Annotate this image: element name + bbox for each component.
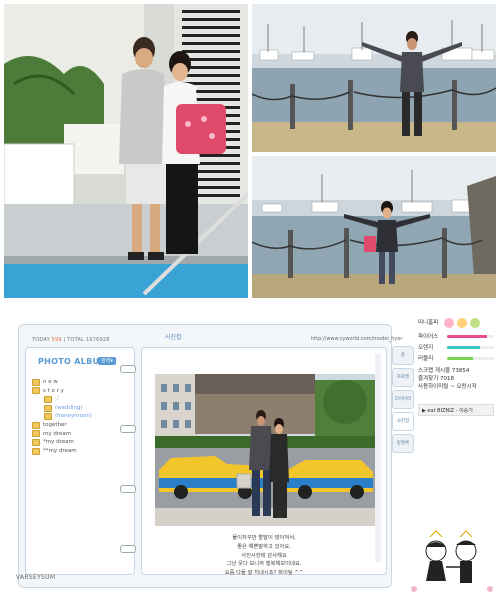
folder-icon [32,438,40,446]
tab-1[interactable]: 프로필 [392,368,414,387]
folder-label: (honeymoon) [55,413,92,420]
tab-2[interactable]: 다이어리 [392,390,414,409]
folder-label: (wedding) [55,404,83,411]
stat-row: 파이어스 [418,332,494,340]
folder-item[interactable]: ♡ [32,395,92,404]
album-scrollbar[interactable] [375,353,381,563]
favorites: 즐겨찾기 7018 [418,376,454,382]
homepage-url[interactable]: http://www.cyworld.com/model_hyer [311,336,402,342]
stat-label: 러블리 [418,356,434,362]
folder-icon [32,421,40,429]
stat-label: 오렌지 [418,345,434,351]
stat-bar-fill [447,345,480,349]
album-photo[interactable] [155,374,375,526]
photo-woman-pier [252,156,496,298]
side-title: 미니홈피 [418,320,439,326]
bgm-player[interactable]: ▶ eat BIZNIZ - 이승기 [418,404,494,416]
today-count: 599 [51,337,62,343]
folder-label: s t o r y [43,387,64,394]
tab-0[interactable]: 홈 [392,346,414,365]
stat-label: 파이어스 [418,334,439,340]
tab-4[interactable]: 방명록 [392,434,414,453]
folder-label: n e w [43,379,58,385]
scrap-posts: 스크랩 게시물 73854 [418,368,470,374]
folder-label: **my dream [43,447,77,454]
folder-label: *my dream [43,439,74,446]
caption-line: 요즘 다들 잘 지내시죠? 화이팅 ^^ [224,570,304,577]
folder-label: my dream [43,430,72,437]
folder-icon [32,387,40,395]
stat-row: 오렌지 [418,343,494,351]
folder-item[interactable]: together [32,421,92,430]
tab-3[interactable]: 사진첩 [392,412,414,431]
minihompy-frame: TODAY 599 | TOTAL 1676928 사진첩 http://www… [0,312,500,600]
folder-list: n e w s t o r y ♡ (wedding) (honeymoon) toget… [32,378,92,455]
folder-icon [32,430,40,438]
profile-side-info: 미니홈피 파이어스 오렌지 러블리 스크랩 게시물 73854 즐겨찾기 7018 … [418,320,494,390]
stat-bars: 파이어스오렌지러블리 [418,332,494,362]
caption-line: 그냥 웃다 보니까 행복해보이네요. [226,561,302,568]
folder-icon [44,413,52,421]
folder-icon [32,378,40,386]
caption-line: 좋은 예쁜말하고 있어요. [237,543,291,550]
stat-bar-fill [447,334,487,338]
stat-bar [447,356,494,360]
folder-item[interactable]: (wedding) [32,404,92,413]
section-title: 사진첩 [165,334,182,341]
folder-item[interactable]: *my dream [32,438,92,447]
photo-man-pier [252,4,496,152]
binder-rings [120,365,136,565]
site-logo: VARSEYSUM [16,574,56,581]
couple-cartoon-icon [411,530,493,592]
folder-icon [32,447,40,455]
total-count: 1676928 [85,337,110,343]
stat-row: 러블리 [418,354,494,362]
folder-icon [44,395,52,403]
folder-item[interactable]: **my dream [32,447,92,456]
folder-item[interactable]: n e w [32,378,92,387]
caption-line: 사진사한테 감사해요 [241,552,287,559]
folder-item[interactable]: my dream [32,430,92,439]
stat-bar [447,334,494,338]
album-manage-button[interactable]: 관리▾ [98,357,116,365]
album-sidebar: PHOTO ALBUM 관리▾ n e ws t o r y ♡ (wedding)… [25,347,135,575]
folder-item[interactable]: s t o r y [32,387,92,396]
photo-couple-poolside [4,4,248,298]
minihompy-outer-panel: TODAY 599 | TOTAL 1676928 사진첩 http://www… [18,324,402,588]
photo-caption: 물이자꾸만 할말이 많아져서, 좋은 예쁜말하고 있어요. 사진사한테 감사해요그냥… [162,534,366,578]
folder-icon [44,404,52,412]
folder-label: ♡ [55,396,60,403]
folder-item[interactable]: (honeymoon) [32,412,92,421]
folder-label: together [43,421,67,428]
stat-bar [447,345,494,349]
stat-bar-fill [447,356,473,360]
photo-panel: 물이자꾸만 할말이 많아져서, 좋은 예쁜말하고 있어요. 사진사한테 감사해요그냥… [141,347,387,578]
side-menu-tabs: 홈프로필다이어리사진첩방명록 [392,346,414,456]
visit-link[interactable]: 사용하이미털 ~ 오랑시작 [418,382,494,390]
visitor-counter: TODAY 599 | TOTAL 1676928 [32,337,110,343]
caption-line: 물이자꾸만 할말이 많아져서, [232,535,296,541]
